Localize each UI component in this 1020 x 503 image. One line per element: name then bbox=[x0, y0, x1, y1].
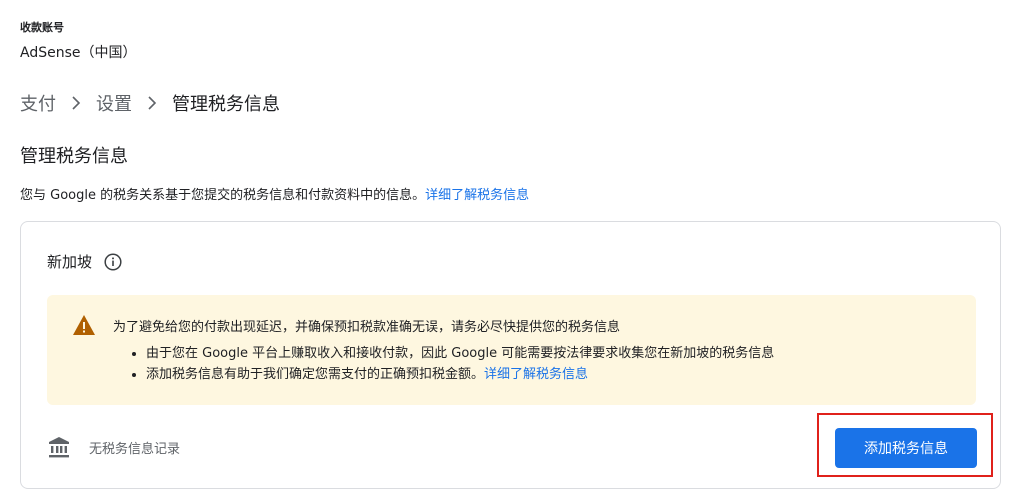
tax-info-page: 收款账号 AdSense（中国） 支付 设置 管理税务信息 管理税务信息 您与 … bbox=[0, 0, 1020, 503]
account-name: AdSense（中国） bbox=[20, 45, 137, 61]
warning-title: 为了避免给您的付款出现延迟，并确保预扣税款准确无误，请务必尽快提供您的税务信息 bbox=[113, 320, 621, 335]
breadcrumb-item-settings[interactable]: 设置 bbox=[96, 90, 132, 116]
intro-description: 您与 Google 的税务关系基于您提交的税务信息和付款资料中的信息。 bbox=[20, 188, 426, 203]
card-header: 新加坡 bbox=[47, 251, 122, 272]
add-tax-info-button[interactable]: 添加税务信息 bbox=[835, 428, 977, 468]
breadcrumb-item-current: 管理税务信息 bbox=[172, 94, 280, 115]
learn-more-link[interactable]: 详细了解税务信息 bbox=[484, 367, 588, 382]
country-name: 新加坡 bbox=[47, 253, 93, 271]
empty-text: 无税务信息记录 bbox=[89, 441, 181, 457]
bank-icon bbox=[47, 435, 71, 459]
breadcrumb-item-payments[interactable]: 支付 bbox=[20, 90, 56, 116]
warning-banner: 为了避免给您的付款出现延迟，并确保预扣税款准确无误，请务必尽快提供您的税务信息 … bbox=[47, 295, 976, 405]
warning-bullet: 添加税务信息有助于我们确定您需支付的正确预扣税金额。详细了解税务信息 bbox=[146, 364, 774, 385]
info-icon[interactable] bbox=[104, 252, 122, 271]
chevron-right-icon bbox=[146, 94, 158, 112]
learn-more-link[interactable]: 详细了解税务信息 bbox=[425, 188, 529, 203]
page-title: 管理税务信息 bbox=[20, 146, 128, 167]
warning-icon bbox=[72, 314, 96, 336]
empty-state: 无税务信息记录 bbox=[47, 435, 180, 459]
warning-list: 由于您在 Google 平台上赚取收入和接收付款，因此 Google 可能需要按… bbox=[132, 343, 774, 385]
intro-text: 您与 Google 的税务关系基于您提交的税务信息和付款资料中的信息。详细了解税… bbox=[20, 184, 529, 203]
tax-country-card: 新加坡 为了避免给您的付款出现延迟，并确保预扣税款准确无误，请务必尽快提供您的税… bbox=[20, 221, 1001, 489]
account-label: 收款账号 bbox=[20, 21, 64, 34]
warning-bullet-text: 添加税务信息有助于我们确定您需支付的正确预扣税金额。 bbox=[146, 367, 485, 382]
warning-bullet: 由于您在 Google 平台上赚取收入和接收付款，因此 Google 可能需要按… bbox=[146, 343, 774, 364]
breadcrumb: 支付 设置 管理税务信息 bbox=[20, 90, 280, 116]
chevron-right-icon bbox=[70, 94, 82, 112]
